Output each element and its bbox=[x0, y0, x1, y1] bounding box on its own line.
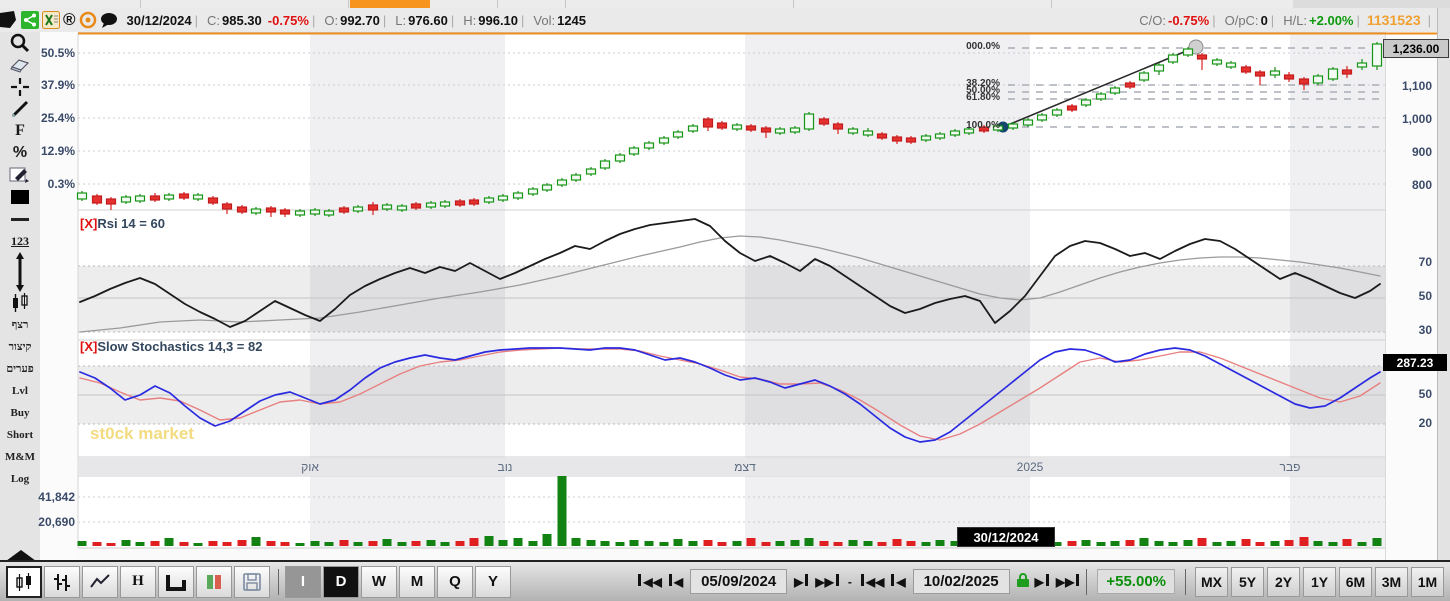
stoch-close-x[interactable]: [X] bbox=[80, 339, 97, 354]
toolbar-separator bbox=[1185, 568, 1186, 595]
rsi-axis-label: 70 bbox=[1418, 255, 1432, 269]
stoch-axis-label: 20 bbox=[1418, 416, 1432, 430]
rsi-close-x[interactable]: [X] bbox=[80, 216, 97, 231]
rsi-indicator-label[interactable]: [X]Rsi 14 = 60 bbox=[80, 216, 165, 231]
lock-icon[interactable] bbox=[1016, 572, 1030, 591]
rsi-axis-label: 50 bbox=[1418, 289, 1432, 303]
last-bar-button[interactable]: ▶▶ bbox=[814, 574, 839, 589]
toolbar-separator bbox=[1086, 568, 1088, 595]
to-date-field[interactable]: 10/02/2025 bbox=[912, 569, 1010, 594]
from-date-nav: ◀◀ ◀ 05/09/2024 ▶ ▶▶ - ◀◀ ◀ 10/02/2025 ▶… bbox=[637, 569, 1080, 594]
interval-button-D[interactable]: D bbox=[323, 565, 359, 598]
date-tooltip: 30/12/2024 bbox=[957, 527, 1055, 547]
fib-level-label: 61.80% bbox=[966, 92, 1000, 103]
interval-button-Y[interactable]: Y bbox=[475, 565, 511, 598]
range-button-1M[interactable]: 1M bbox=[1411, 566, 1444, 597]
left-axis-pct-label: 37.9% bbox=[40, 78, 75, 92]
rsi-label-text: Rsi 14 = 60 bbox=[97, 216, 165, 231]
from-date-field[interactable]: 05/09/2024 bbox=[690, 569, 788, 594]
interval-button-group: IDWMQY bbox=[285, 565, 513, 598]
chart-type-histogram-button[interactable] bbox=[196, 565, 232, 598]
left-axis-pct-label: 0.3% bbox=[47, 177, 75, 191]
left-axis-pct-label: 25.4% bbox=[40, 111, 75, 125]
next-bar-button-2[interactable]: ▶ bbox=[1034, 574, 1050, 589]
volume-axis-label: 41,842 bbox=[38, 490, 75, 504]
stoch-indicator-label[interactable]: [X]Slow Stochastics 14,3 = 82 bbox=[80, 339, 262, 354]
last-price-box: 1,236.00 bbox=[1383, 39, 1449, 58]
interval-button-M[interactable]: M bbox=[399, 565, 435, 598]
chart-type-h-button[interactable]: H bbox=[120, 565, 156, 598]
chart-type-step-button[interactable] bbox=[158, 565, 194, 598]
left-axis-pct-label: 50.5% bbox=[40, 46, 75, 60]
chart-overlay: 50.5% 37.9% 25.4% 12.9% 0.3% 1,100 1,000 900 800… bbox=[0, 0, 1450, 601]
volume-axis-label: 20,690 bbox=[38, 515, 75, 529]
price-axis-label: 1,100 bbox=[1401, 79, 1432, 93]
first-bar-button-2[interactable]: ◀◀ bbox=[860, 574, 885, 589]
period-change-value: +55.00% bbox=[1097, 569, 1175, 594]
stock-chart-app: ® 30/12/2024 | C: 985.30 -0.75% | O: 992… bbox=[0, 0, 1450, 601]
stoch-label-text: Slow Stochastics 14,3 = 82 bbox=[97, 339, 263, 354]
watermark: st0ck market bbox=[90, 424, 194, 443]
price-axis-label: 900 bbox=[1411, 145, 1432, 159]
date-range-dash: - bbox=[847, 574, 852, 589]
rsi-axis-label: 30 bbox=[1418, 323, 1432, 337]
fib-level-label: 100.0% bbox=[966, 120, 1000, 131]
price-axis-label: 1,000 bbox=[1401, 112, 1432, 126]
interval-button-Q[interactable]: Q bbox=[437, 565, 473, 598]
chart-type-line-button[interactable] bbox=[82, 565, 118, 598]
chart-type-bars-button[interactable] bbox=[44, 565, 80, 598]
left-axis-pct-label: 12.9% bbox=[40, 144, 75, 158]
toolbar-separator bbox=[278, 568, 279, 595]
next-bar-button[interactable]: ▶ bbox=[793, 574, 809, 589]
range-button-MX[interactable]: MX bbox=[1195, 566, 1228, 597]
interval-button-I[interactable]: I bbox=[285, 565, 321, 598]
fib-level-label: 000.0% bbox=[966, 41, 1000, 52]
interval-button-W[interactable]: W bbox=[361, 565, 397, 598]
range-button-1Y[interactable]: 1Y bbox=[1303, 566, 1336, 597]
first-bar-button[interactable]: ◀◀ bbox=[637, 574, 662, 589]
bottom-toolbar: H IDWMQY ◀◀ ◀ 05/09/2024 ▶ ▶▶ - ◀◀ ◀ 10/… bbox=[0, 560, 1450, 601]
range-button-6M[interactable]: 6M bbox=[1339, 566, 1372, 597]
range-button-3M[interactable]: 3M bbox=[1375, 566, 1408, 597]
range-button-group: MX 5Y 2Y 1Y 6M 3M 1M bbox=[1192, 566, 1444, 597]
chart-type-candles-button[interactable] bbox=[6, 565, 42, 598]
prev-bar-button-2[interactable]: ◀ bbox=[890, 574, 906, 589]
save-button[interactable] bbox=[234, 565, 270, 598]
range-button-2Y[interactable]: 2Y bbox=[1267, 566, 1300, 597]
stoch-value-box: 287.23 bbox=[1383, 354, 1447, 371]
stoch-axis-label: 50 bbox=[1418, 387, 1432, 401]
prev-bar-button[interactable]: ◀ bbox=[668, 574, 684, 589]
range-button-5Y[interactable]: 5Y bbox=[1231, 566, 1264, 597]
price-axis-label: 800 bbox=[1411, 178, 1432, 192]
last-bar-button-2[interactable]: ▶▶ bbox=[1055, 574, 1080, 589]
